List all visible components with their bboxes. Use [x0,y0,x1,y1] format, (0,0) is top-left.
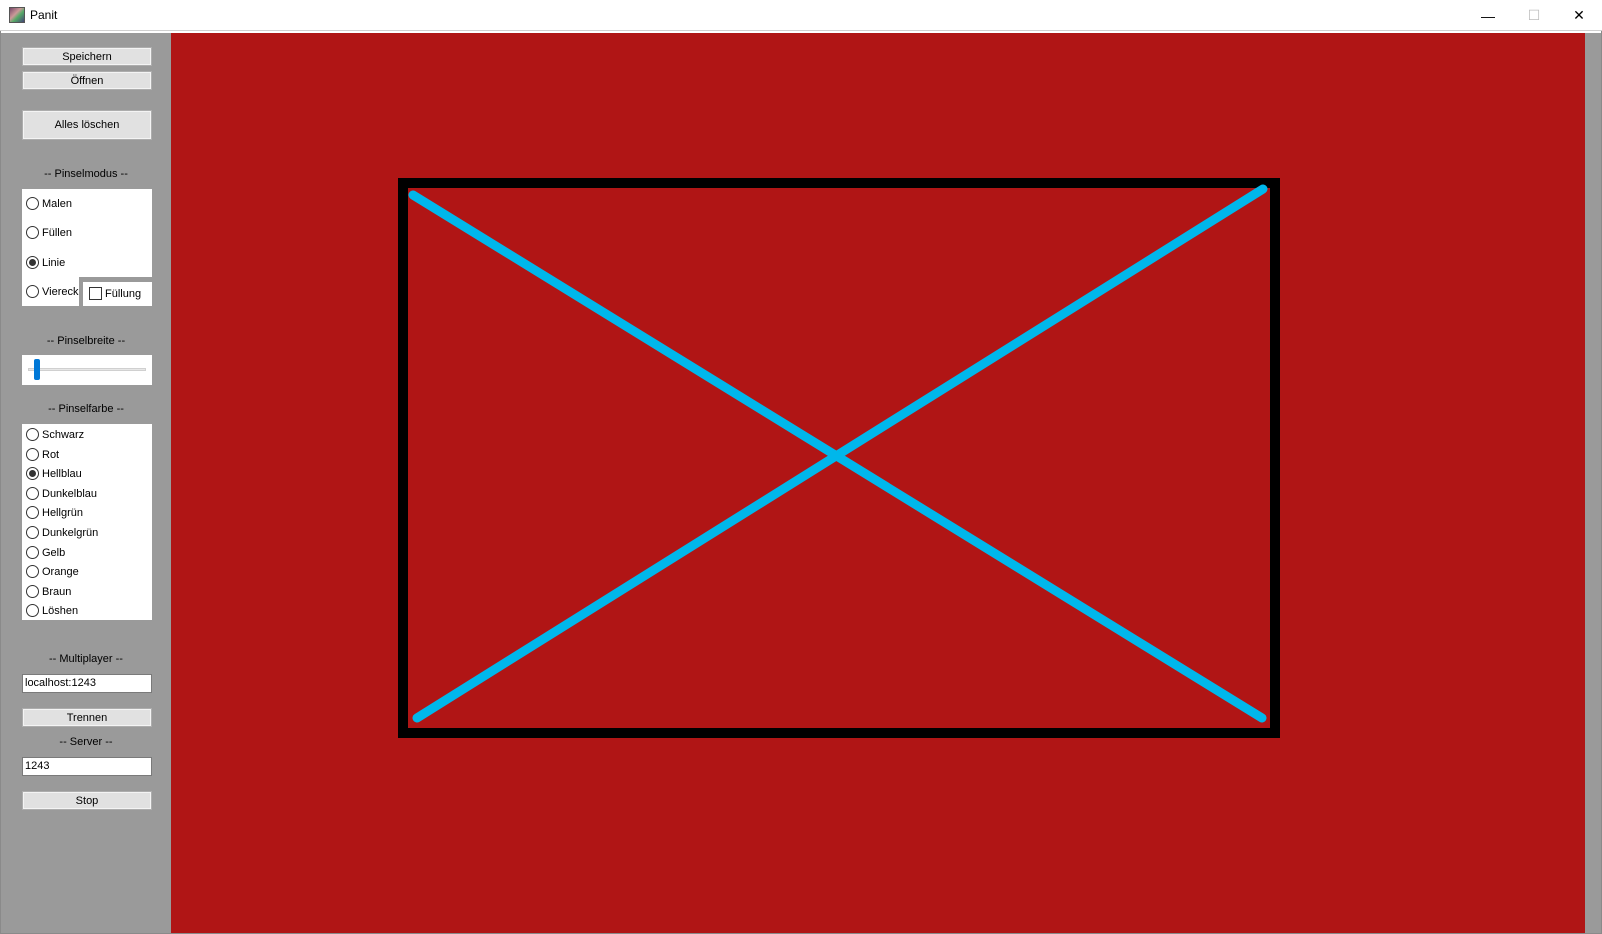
maximize-button[interactable]: ☐ [1511,0,1557,31]
save-button[interactable]: Speichern [22,47,152,66]
color-schwarz[interactable]: Schwarz [26,428,84,441]
canvas-drawing [398,178,1280,738]
radio-label: Braun [42,585,72,598]
radio-label: Viereck [42,285,79,298]
stop-server-button[interactable]: Stop [22,791,152,810]
radio-label: Dunkelblau [42,487,98,500]
radio-label: Orange [42,565,79,578]
radio-label: Linie [42,256,66,269]
slider-thumb[interactable] [34,359,40,380]
radio-circle[interactable] [26,526,39,539]
open-button[interactable]: Öffnen [22,71,152,90]
right-edge-strip [1585,33,1601,933]
color-hellblau[interactable]: Hellblau [26,467,82,480]
brush-width-heading: -- Pinselbreite -- [46,335,126,347]
fill-checkbox[interactable]: Füllung [89,287,141,300]
disconnect-button[interactable]: Trennen [22,708,152,727]
brush-width-slider[interactable] [22,355,152,385]
radio-viereck[interactable]: Viereck [26,285,78,298]
radio-circle-selected[interactable] [26,256,39,269]
server-heading: -- Server -- [59,736,113,748]
radio-circle[interactable] [26,487,39,500]
slider-track[interactable] [28,368,146,371]
color-gelb[interactable]: Gelb [26,546,65,559]
server-port-field[interactable]: 1243 [22,757,152,776]
radio-label: Rot [42,448,60,461]
radio-label: Schwarz [42,428,85,441]
radio-circle[interactable] [26,428,39,441]
checkbox-label: Füllung [105,287,142,300]
radio-linie[interactable]: Linie [26,256,65,269]
radio-circle[interactable] [26,506,39,519]
radio-circle[interactable] [26,565,39,578]
title-bar: Panit — ☐ ✕ [0,0,1602,31]
color-rot[interactable]: Rot [26,448,59,461]
radio-circle[interactable] [26,585,39,598]
radio-fuellen[interactable]: Füllen [26,226,72,239]
radio-label: Löshen [42,604,79,617]
radio-circle[interactable] [26,546,39,559]
radio-circle[interactable] [26,285,39,298]
checkbox-box[interactable] [89,287,102,300]
radio-malen[interactable]: Malen [26,197,72,210]
radio-circle[interactable] [26,197,39,210]
app-icon [9,7,25,23]
close-button[interactable]: ✕ [1556,0,1602,31]
window-title: Panit [30,8,58,22]
sidebar: Speichern Öffnen Alles löschen -- Pinsel… [1,33,171,933]
radio-label: Malen [42,197,72,210]
multiplayer-heading: -- Multiplayer -- [49,653,123,665]
drawing-canvas[interactable] [171,33,1585,933]
radio-label: Hellblau [42,467,82,480]
radio-label: Gelb [42,546,66,559]
radio-circle-selected[interactable] [26,467,39,480]
minimize-button[interactable]: — [1465,0,1511,31]
color-loeshen[interactable]: Löshen [26,604,78,617]
brush-mode-heading: -- Pinselmodus -- [44,168,128,180]
color-dunkelblau[interactable]: Dunkelblau [26,487,97,500]
color-dunkelgruen[interactable]: Dunkelgrün [26,526,98,539]
radio-circle[interactable] [26,448,39,461]
radio-circle[interactable] [26,226,39,239]
brush-color-panel: Schwarz Rot Hellblau Dunkelblau Hellgrün… [22,424,152,620]
radio-label: Dunkelgrün [42,526,99,539]
server-address-field[interactable]: localhost:1243 [22,674,152,693]
color-hellgruen[interactable]: Hellgrün [26,506,83,519]
radio-label: Hellgrün [42,506,83,519]
color-orange[interactable]: Orange [26,565,79,578]
brush-color-heading: -- Pinselfarbe -- [48,403,124,415]
radio-label: Füllen [42,226,72,239]
color-braun[interactable]: Braun [26,585,71,598]
clear-all-button[interactable]: Alles löschen [22,110,152,140]
radio-circle[interactable] [26,604,39,617]
